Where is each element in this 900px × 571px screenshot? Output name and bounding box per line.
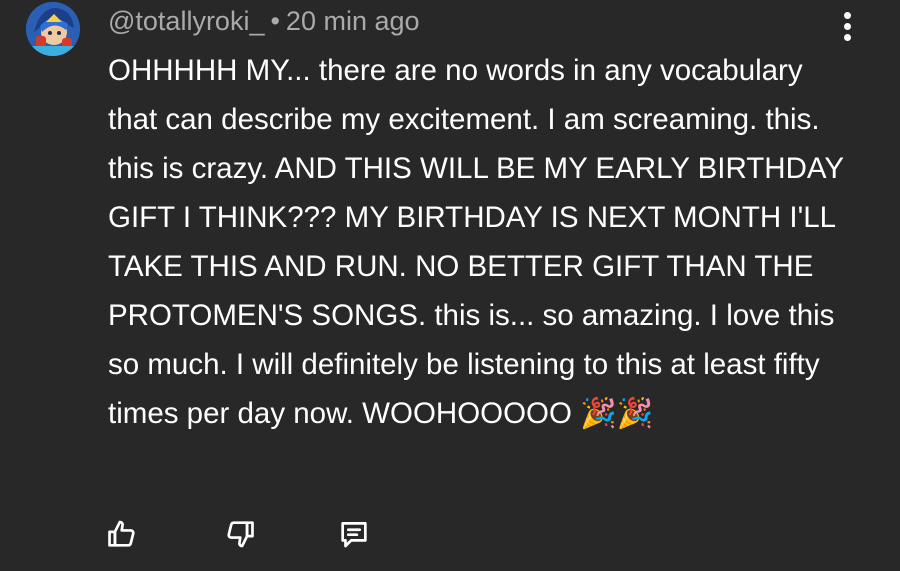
author-handle[interactable]: @totallyroki_ — [108, 6, 264, 36]
thumbs-up-icon — [108, 520, 135, 547]
thumbs-down-icon — [227, 521, 254, 548]
comment-timestamp[interactable]: 20 min ago — [286, 6, 420, 36]
like-button[interactable] — [100, 512, 144, 556]
more-vert-icon-dot — [844, 23, 851, 30]
more-vert-icon — [844, 12, 851, 19]
avatar-icon — [26, 2, 80, 56]
more-options-button[interactable] — [836, 8, 860, 44]
dislike-button[interactable] — [218, 512, 262, 556]
comment-meta: @totallyroki_ • 20 min ago — [108, 4, 420, 38]
avatar[interactable] — [26, 2, 80, 56]
reply-comment-icon — [341, 522, 367, 548]
comment-text: OHHHHH MY... there are no words in any v… — [108, 54, 844, 430]
reply-button[interactable] — [332, 512, 376, 556]
comment-card: @totallyroki_ • 20 min ago OHHHHH MY... th… — [0, 0, 900, 571]
meta-separator: • — [270, 6, 280, 36]
more-vert-icon-dot — [844, 34, 851, 41]
